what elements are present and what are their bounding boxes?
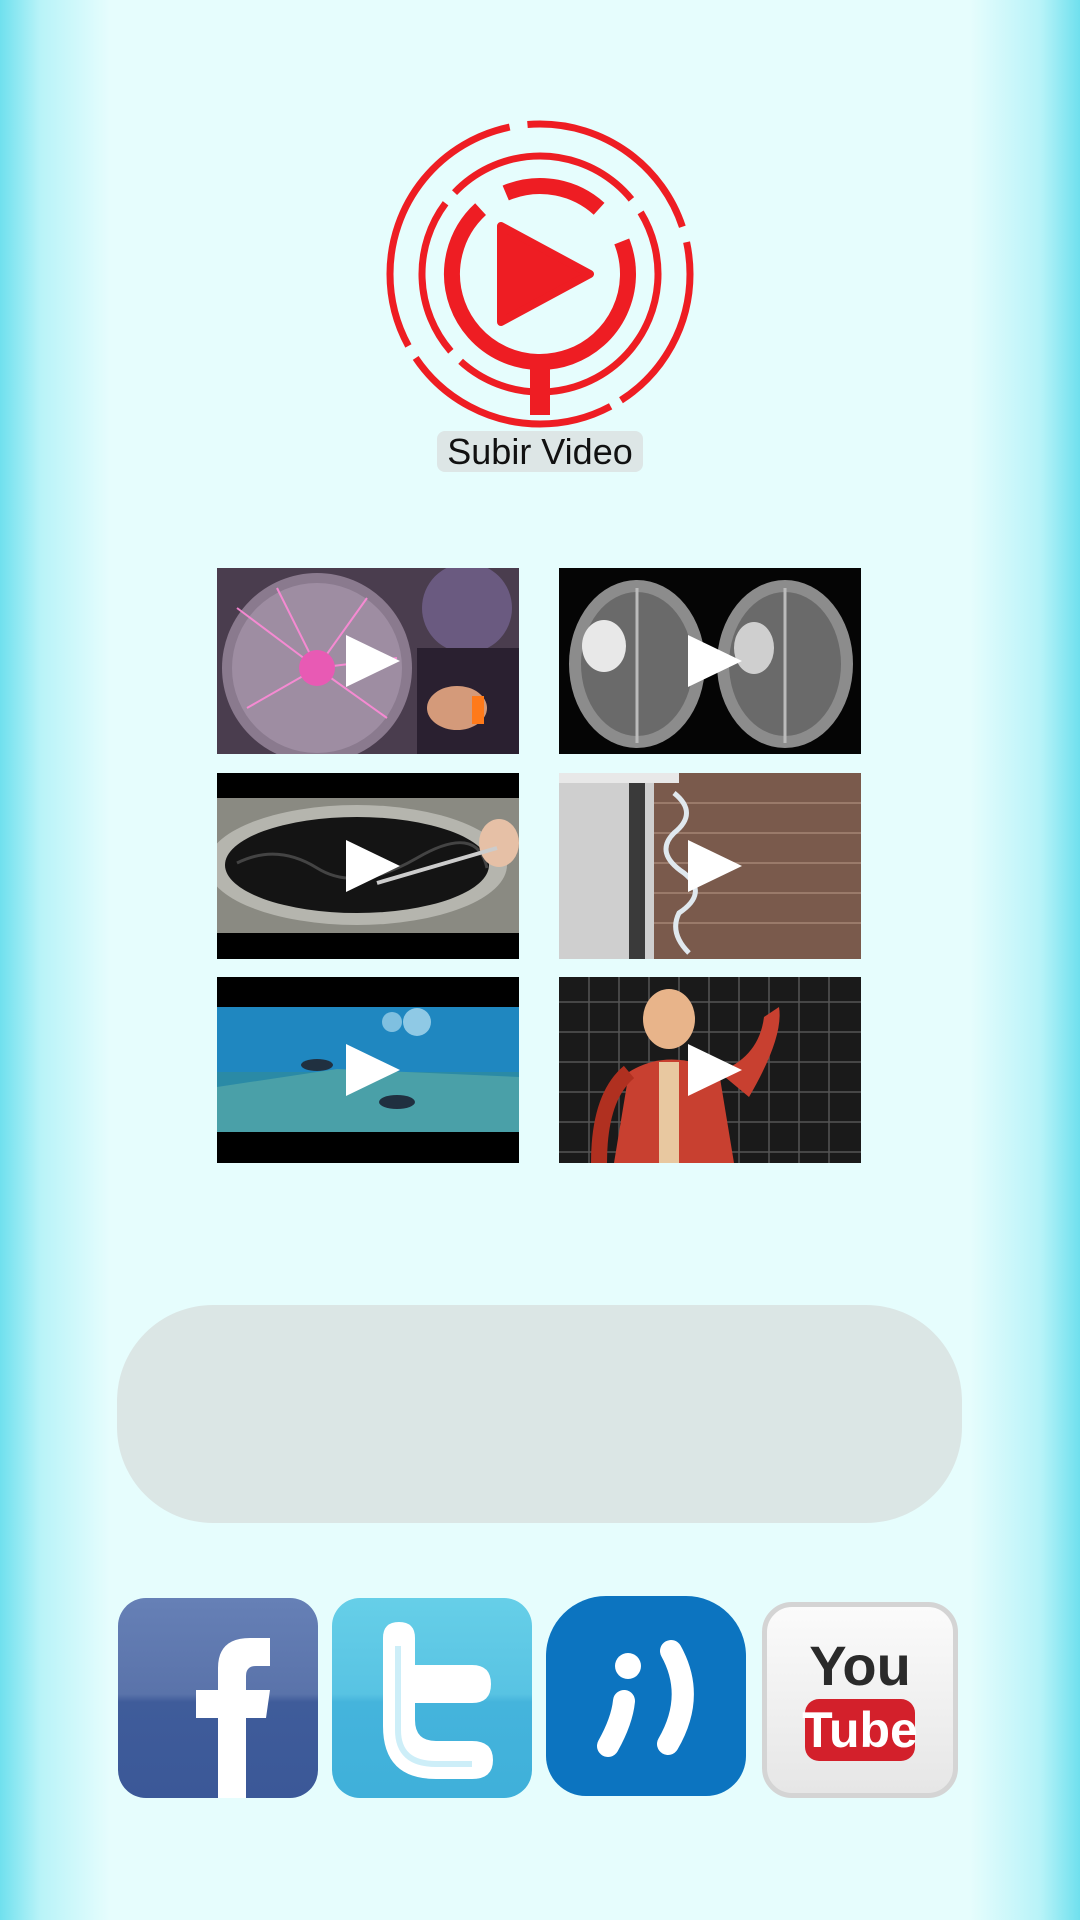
play-icon <box>346 1044 400 1096</box>
play-icon <box>688 840 742 892</box>
youtube-tube-text: Tube <box>802 1702 918 1758</box>
video-thumbnail-black-liquid[interactable] <box>217 773 519 959</box>
play-icon <box>346 635 400 687</box>
upload-video-logo[interactable] <box>383 117 697 431</box>
tuenti-icon <box>597 1640 694 1757</box>
youtube-link[interactable]: You Tube <box>762 1602 958 1798</box>
video-thumbnail-underwater[interactable] <box>217 977 519 1163</box>
facebook-icon <box>196 1638 270 1798</box>
video-thumbnail-anatomy[interactable] <box>559 977 861 1163</box>
play-icon <box>688 635 742 687</box>
video-thumbnail-brain-mri[interactable] <box>559 568 861 754</box>
youtube-you-text: You <box>809 1634 911 1697</box>
twitter-link[interactable] <box>332 1598 532 1798</box>
video-thumbnail-plasma-ball[interactable] <box>217 568 519 754</box>
content-panel <box>117 1305 962 1523</box>
tuenti-link[interactable] <box>546 1596 746 1796</box>
facebook-link[interactable] <box>118 1598 318 1798</box>
play-icon <box>346 840 400 892</box>
youtube-icon: You Tube <box>802 1634 918 1761</box>
circular-play-logo-icon <box>386 120 694 428</box>
upload-video-button[interactable]: Subir Video <box>437 431 643 472</box>
video-thumbnail-water-spiral[interactable] <box>559 773 861 959</box>
play-icon <box>688 1044 742 1096</box>
twitter-icon <box>383 1621 494 1779</box>
